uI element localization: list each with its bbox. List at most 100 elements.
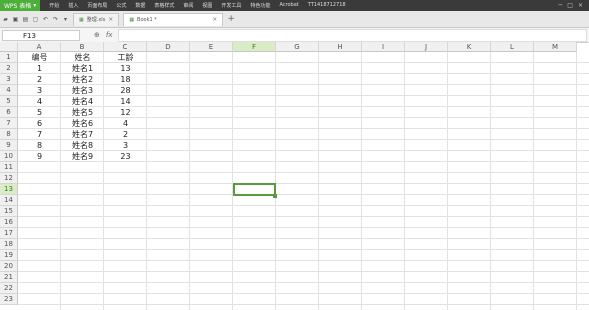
column-header[interactable]: D bbox=[147, 42, 190, 52]
row-header[interactable]: 1 bbox=[0, 52, 18, 63]
menu-item[interactable]: 数据 bbox=[135, 2, 145, 9]
table-cell[interactable]: 5 bbox=[18, 107, 61, 118]
menu-item[interactable]: 开发工具 bbox=[221, 2, 241, 9]
table-cell[interactable]: 姓名6 bbox=[61, 118, 104, 129]
row-header[interactable]: 14 bbox=[0, 195, 18, 206]
row-header[interactable]: 12 bbox=[0, 173, 18, 184]
add-tab-icon[interactable]: + bbox=[227, 14, 235, 24]
undo-icon[interactable]: ↶ bbox=[42, 16, 49, 23]
column-header[interactable]: I bbox=[362, 42, 405, 52]
table-cell[interactable]: 姓名 bbox=[61, 52, 104, 63]
row-header[interactable]: 2 bbox=[0, 63, 18, 74]
table-cell[interactable]: 姓名1 bbox=[61, 63, 104, 74]
table-cell[interactable]: 7 bbox=[18, 129, 61, 140]
row-header[interactable]: 10 bbox=[0, 151, 18, 162]
spreadsheet-grid[interactable]: A B C D E F G H I J K L M 1 2 3 4 5 6 7 8 9 10 11 12 13 14 15 16 17 18… bbox=[0, 42, 589, 310]
minimize-icon[interactable]: ─ bbox=[559, 2, 563, 9]
table-cell[interactable]: 姓名9 bbox=[61, 151, 104, 162]
column-header[interactable]: K bbox=[448, 42, 491, 52]
app-menu-button[interactable]: WPS 表格 ▾ bbox=[0, 0, 41, 11]
table-cell[interactable]: 姓名4 bbox=[61, 96, 104, 107]
open-folder-icon[interactable]: ▰ bbox=[2, 16, 9, 23]
row-header[interactable]: 23 bbox=[0, 294, 18, 305]
table-cell[interactable]: 姓名7 bbox=[61, 129, 104, 140]
row-header[interactable]: 7 bbox=[0, 118, 18, 129]
column-header[interactable]: L bbox=[491, 42, 534, 52]
column-header[interactable]: F bbox=[233, 42, 276, 52]
preview-icon[interactable]: ▢ bbox=[32, 16, 39, 23]
save-icon[interactable]: ▣ bbox=[12, 16, 19, 23]
column-header[interactable]: C bbox=[104, 42, 147, 52]
redo-icon[interactable]: ↷ bbox=[52, 16, 59, 23]
column-header[interactable]: B bbox=[61, 42, 104, 52]
column-header[interactable]: G bbox=[276, 42, 319, 52]
row-header[interactable]: 8 bbox=[0, 129, 18, 140]
close-icon[interactable]: × bbox=[578, 2, 583, 9]
table-cell[interactable]: 3 bbox=[18, 85, 61, 96]
column-header[interactable]: H bbox=[319, 42, 362, 52]
menu-item[interactable]: Acrobat bbox=[279, 2, 298, 9]
print-icon[interactable]: ▤ bbox=[22, 16, 29, 23]
row-header[interactable]: 17 bbox=[0, 228, 18, 239]
tab-file-2[interactable]: ▦ Book1 * × bbox=[123, 12, 224, 26]
row-header[interactable]: 20 bbox=[0, 261, 18, 272]
table-cell[interactable]: 编号 bbox=[18, 52, 61, 63]
table-cell[interactable]: 姓名5 bbox=[61, 107, 104, 118]
name-box[interactable]: F13 bbox=[2, 29, 80, 41]
table-cell[interactable]: 18 bbox=[104, 74, 147, 85]
table-cell[interactable]: 姓名3 bbox=[61, 85, 104, 96]
row-header[interactable]: 18 bbox=[0, 239, 18, 250]
column-header[interactable]: J bbox=[405, 42, 448, 52]
close-icon[interactable]: × bbox=[212, 16, 217, 23]
menu-item[interactable]: 公式 bbox=[116, 2, 126, 9]
table-cell[interactable]: 工龄 bbox=[104, 52, 147, 63]
formula-input[interactable] bbox=[118, 28, 587, 42]
menu-item[interactable]: TT1418712718 bbox=[308, 2, 346, 9]
table-cell[interactable]: 8 bbox=[18, 140, 61, 151]
menu-item[interactable]: 特色功能 bbox=[250, 2, 270, 9]
table-cell[interactable]: 12 bbox=[104, 107, 147, 118]
menu-item[interactable]: 页面布局 bbox=[87, 2, 107, 9]
table-cell[interactable]: 2 bbox=[104, 129, 147, 140]
fx-icon[interactable]: fx bbox=[106, 31, 113, 39]
menu-item[interactable]: 开始 bbox=[49, 2, 59, 9]
maximize-icon[interactable]: □ bbox=[567, 2, 573, 9]
menu-item[interactable]: 表格样式 bbox=[154, 2, 174, 9]
row-header[interactable]: 13 bbox=[0, 184, 18, 195]
table-cell[interactable]: 2 bbox=[18, 74, 61, 85]
table-cell[interactable]: 6 bbox=[18, 118, 61, 129]
table-cell[interactable]: 4 bbox=[18, 96, 61, 107]
table-cell[interactable]: 1 bbox=[18, 63, 61, 74]
table-cell[interactable]: 14 bbox=[104, 96, 147, 107]
table-cell[interactable]: 姓名8 bbox=[61, 140, 104, 151]
row-header[interactable]: 3 bbox=[0, 74, 18, 85]
column-header[interactable]: A bbox=[18, 42, 61, 52]
table-cell[interactable]: 姓名2 bbox=[61, 74, 104, 85]
row-header[interactable]: 15 bbox=[0, 206, 18, 217]
active-cell[interactable] bbox=[233, 183, 276, 196]
row-header[interactable]: 11 bbox=[0, 162, 18, 173]
table-cell[interactable]: 23 bbox=[104, 151, 147, 162]
menu-item[interactable]: 审阅 bbox=[183, 2, 193, 9]
column-header[interactable]: E bbox=[190, 42, 233, 52]
tab-file-1[interactable]: ▦ 整理.xls × bbox=[73, 12, 120, 26]
row-header[interactable]: 19 bbox=[0, 250, 18, 261]
chevron-down-icon[interactable]: ▾ bbox=[62, 16, 69, 23]
zoom-icon[interactable]: ⊕ bbox=[94, 31, 100, 39]
table-cell[interactable]: 13 bbox=[104, 63, 147, 74]
row-header[interactable]: 21 bbox=[0, 272, 18, 283]
table-cell[interactable]: 4 bbox=[104, 118, 147, 129]
row-header[interactable]: 9 bbox=[0, 140, 18, 151]
menu-item[interactable]: 视图 bbox=[202, 2, 212, 9]
column-header[interactable]: M bbox=[534, 42, 577, 52]
table-cell[interactable]: 3 bbox=[104, 140, 147, 151]
row-header[interactable]: 22 bbox=[0, 283, 18, 294]
menu-item[interactable]: 插入 bbox=[68, 2, 78, 9]
row-header[interactable]: 5 bbox=[0, 96, 18, 107]
row-header[interactable]: 4 bbox=[0, 85, 18, 96]
table-cell[interactable]: 9 bbox=[18, 151, 61, 162]
row-header[interactable]: 6 bbox=[0, 107, 18, 118]
select-all-corner[interactable] bbox=[0, 42, 18, 52]
table-cell[interactable]: 28 bbox=[104, 85, 147, 96]
fill-handle[interactable] bbox=[273, 194, 277, 198]
